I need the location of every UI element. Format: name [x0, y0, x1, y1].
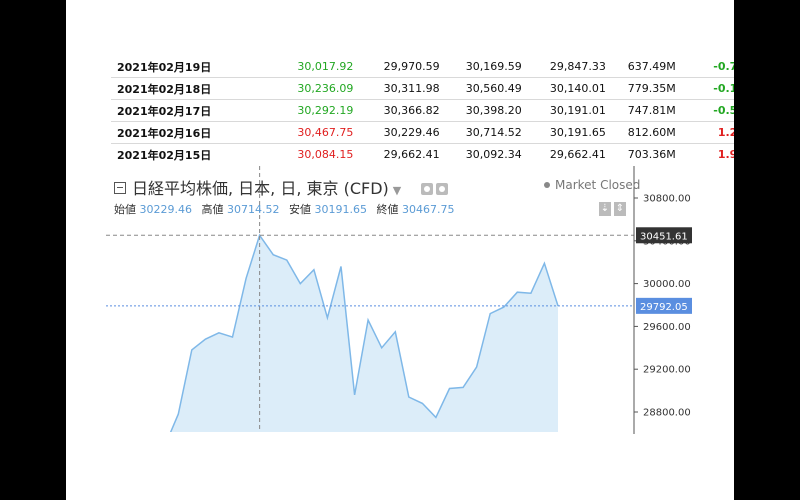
- collapse-icon[interactable]: [114, 181, 126, 194]
- chart-header: 日経平均株価, 日本, 日, 東京 (CFD) ▼: [114, 175, 401, 199]
- high-label: 高値: [201, 203, 224, 216]
- market-status: Market Closed: [544, 178, 640, 192]
- low-label: 安値: [289, 203, 311, 216]
- last-price-label: 29792.05: [640, 302, 688, 313]
- open-label: 始値: [114, 203, 136, 216]
- y-tick-label: 28800.00: [643, 408, 691, 419]
- crosshair-value-label: 30451.61: [640, 231, 688, 242]
- close-label: 終値: [376, 203, 399, 216]
- page-canvas: 2021年02月19日 30,017.92 29,970.59 30,169.59 29…: [66, 0, 734, 500]
- chart-tools: [421, 180, 451, 199]
- arrow-down-icon[interactable]: ⇣: [599, 202, 611, 216]
- ohlc-legend: 始値 30229.46 高値 30714.52 安値 30191.65 終値 3…: [114, 201, 461, 217]
- high-value: 30714.52: [227, 203, 280, 216]
- dropdown-arrow-icon[interactable]: ▼: [393, 184, 401, 197]
- settings-icon[interactable]: [436, 183, 448, 195]
- price-chart[interactable]: 30800.0030400.0030000.0029600.0029200.00…: [66, 0, 734, 500]
- status-dot-icon: [544, 181, 550, 188]
- close-value: 30467.75: [402, 203, 455, 216]
- y-tick-label: 29200.00: [643, 365, 691, 376]
- market-status-label: Market Closed: [555, 178, 641, 192]
- scale-controls: ⇣ ⇕: [599, 196, 629, 216]
- low-value: 30191.65: [314, 203, 368, 216]
- y-tick-label: 29600.00: [643, 322, 691, 333]
- chart-title: 日経平均株価, 日本, 日, 東京 (CFD): [132, 179, 389, 198]
- arrow-updown-icon[interactable]: ⇕: [614, 202, 626, 216]
- open-value: 30229.46: [139, 203, 193, 216]
- camera-icon[interactable]: [421, 183, 433, 195]
- y-tick-label: 30000.00: [643, 279, 691, 290]
- y-tick-label: 30800.00: [643, 194, 691, 205]
